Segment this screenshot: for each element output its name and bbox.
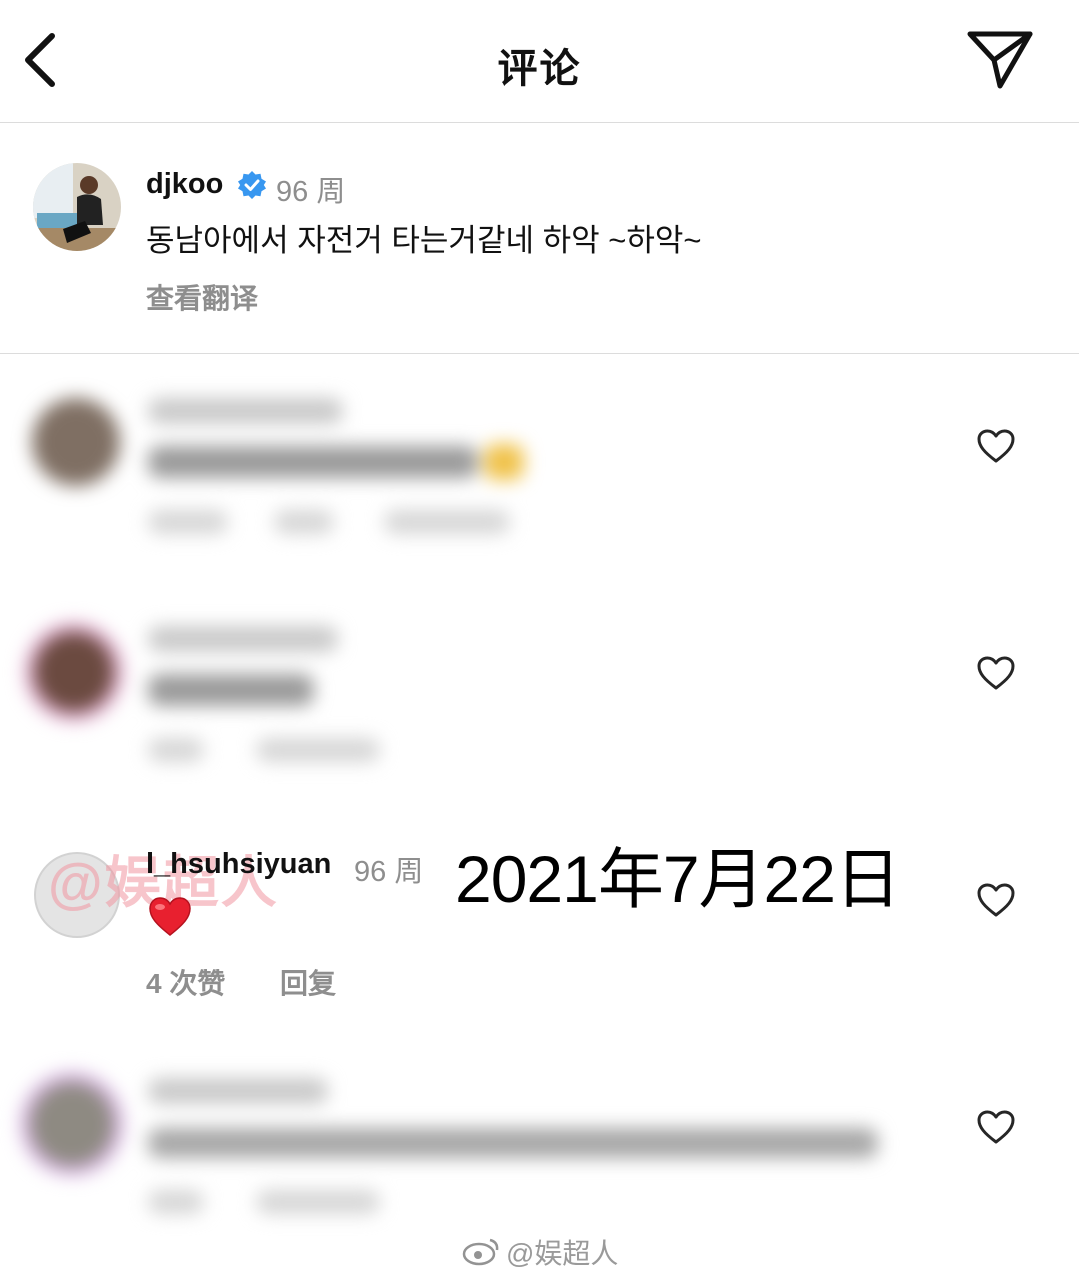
see-translation-link[interactable]: 查看翻译: [146, 277, 258, 317]
blurred-translate: [256, 1190, 380, 1214]
avatar[interactable]: [33, 163, 121, 251]
caption-username[interactable]: djkoo: [146, 168, 223, 201]
date-stamp: 2021年7月22日: [455, 842, 901, 916]
blurred-username: [148, 626, 338, 652]
blurred-text: [148, 446, 478, 478]
blurred-likes: [148, 510, 228, 534]
avatar: [32, 398, 120, 486]
comment-username[interactable]: l_hsuhsiyuan: [146, 848, 331, 881]
top-bar: 评论: [0, 0, 1079, 123]
comment-likes[interactable]: 4 次赞: [146, 962, 225, 1002]
avatar-inner: [34, 632, 114, 712]
page-title: 评论: [497, 47, 582, 91]
reply-button[interactable]: 回复: [280, 962, 336, 1002]
blurred-username: [148, 1078, 328, 1104]
blurred-translate: [256, 738, 380, 762]
share-button[interactable]: [962, 26, 1038, 92]
comment-time: 96 周: [354, 856, 424, 888]
blurred-translate: [384, 510, 510, 534]
avatar-inner: [30, 1082, 114, 1166]
verified-badge-icon: [238, 171, 266, 199]
watermark-bottom: @娱超人: [506, 1238, 619, 1269]
weibo-logo-icon: [462, 1238, 499, 1266]
heart-icon[interactable]: [976, 882, 1016, 918]
blurred-reply: [148, 1190, 204, 1214]
blurred-text: [148, 674, 314, 706]
blurred-emoji: [484, 444, 524, 480]
heart-icon[interactable]: [976, 428, 1016, 464]
heart-icon[interactable]: [976, 655, 1016, 691]
caption-text: 동남아에서 자전거 타는거같네 하악 ~하악~: [146, 223, 702, 258]
comment-text: [148, 896, 192, 938]
blurred-username: [148, 398, 343, 424]
paper-plane-icon: [967, 31, 1033, 89]
heart-icon[interactable]: [976, 1109, 1016, 1145]
caption-time: 96 周: [276, 176, 346, 208]
blurred-reply: [274, 510, 334, 534]
blurred-text: [148, 1128, 878, 1158]
blurred-reply: [148, 738, 204, 762]
red-heart-emoji-icon: [149, 897, 191, 936]
